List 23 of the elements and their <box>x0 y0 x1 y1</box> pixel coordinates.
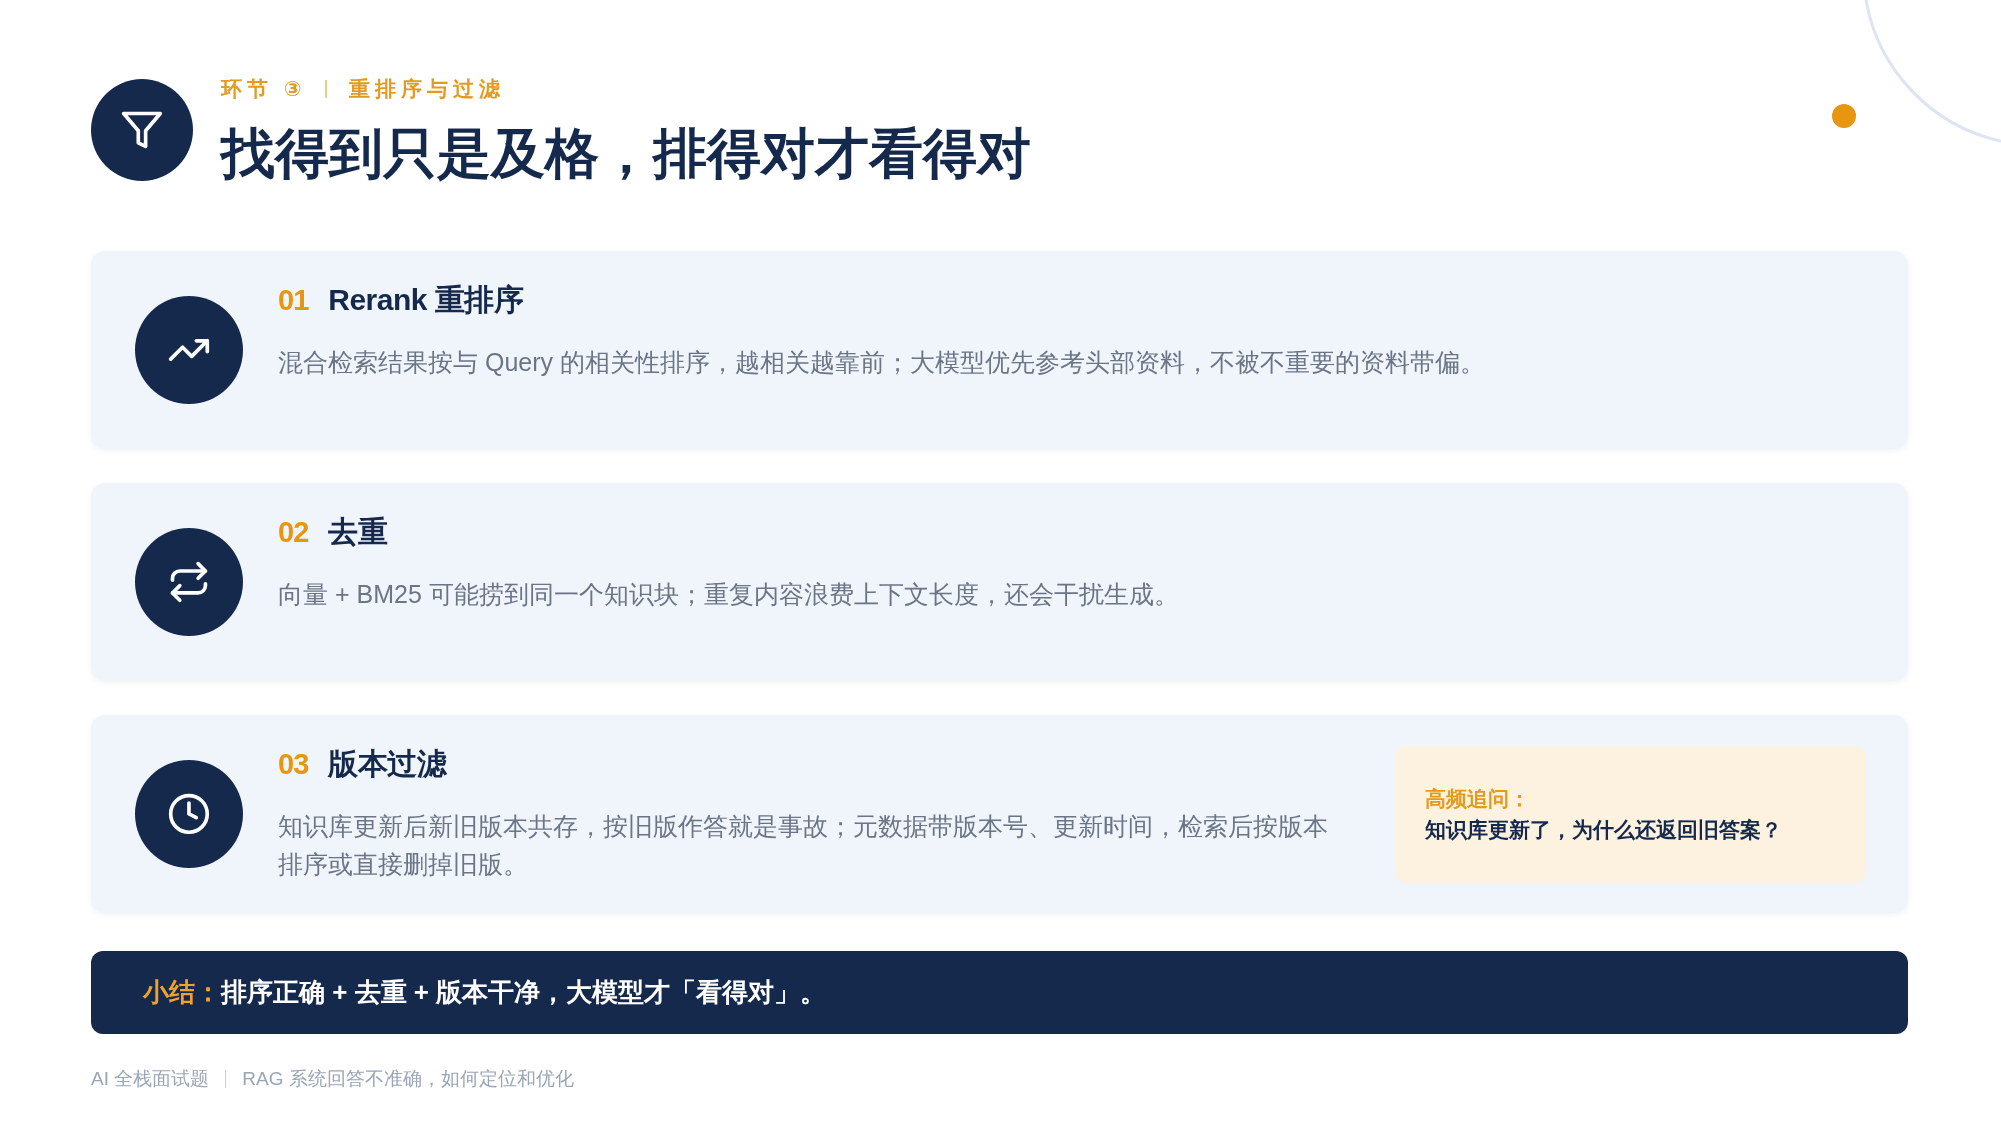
summary-label: 小结： <box>143 976 221 1009</box>
card-title: Rerank 重排序 <box>328 282 524 318</box>
card-description: 混合检索结果按与 Query 的相关性排序，越相关越靠前；大模型优先参考头部资料，不被不重要的资料带偏。 <box>278 347 1485 378</box>
footer-text: AI 全栈面试题 <box>91 1067 210 1091</box>
card-number: 01 <box>278 283 309 318</box>
footer-text: RAG 系统回答不准确，如何定位和优化 <box>242 1067 574 1091</box>
step-label: 环节 ③ <box>221 77 307 101</box>
clock-icon <box>135 760 243 868</box>
page-title: 找得到只是及格，排得对才看得对 <box>221 123 1031 183</box>
callout-label: 高频追问： <box>1425 786 1531 812</box>
callout-question: 知识库更新了，为什么还返回旧答案？ <box>1425 817 1783 843</box>
card-title: 去重 <box>328 514 388 550</box>
card-number: 03 <box>278 747 309 782</box>
card-title: 版本过滤 <box>328 746 447 782</box>
summary-text: 排序正确 + 去重 + 版本干净，大模型才「看得对」。 <box>221 976 827 1009</box>
trend-up-icon <box>135 296 243 404</box>
card-description: 知识库更新后新旧版本共存，按旧版作答就是事故；元数据带版本号、更新时间，检索后按版本排序或直接删掉旧版。 <box>278 811 1329 880</box>
card-description: 向量 + BM25 可能捞到同一个知识块；重复内容浪费上下文长度，还会干扰生成。 <box>278 579 1179 610</box>
repeat-icon <box>135 528 243 636</box>
section-label: 重排序与过滤 <box>348 77 505 101</box>
filter-icon <box>91 79 193 181</box>
dot-icon <box>1832 104 1856 128</box>
card-number: 02 <box>278 515 309 550</box>
